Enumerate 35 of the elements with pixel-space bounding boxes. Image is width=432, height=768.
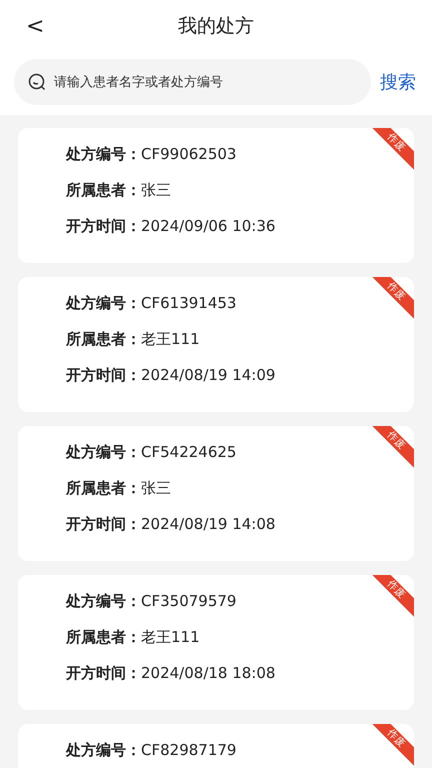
- field-value: 老王111: [141, 329, 200, 350]
- page-title: 我的处方: [178, 15, 254, 37]
- field-label: 处方编号：: [66, 591, 141, 612]
- field-label: 开方时间：: [66, 663, 141, 684]
- field-label: 处方编号：: [66, 144, 141, 165]
- field-value: 张三: [141, 478, 171, 499]
- prescription-card[interactable]: 处方编号：CF35079579 所属患者：老王111 开方时间：2024/08/18 18:08 作废: [18, 575, 414, 710]
- field-value: 2024/08/18 18:08: [141, 663, 276, 684]
- field-label: 所属患者：: [66, 329, 141, 350]
- field-value: 老王111: [141, 627, 200, 648]
- back-button[interactable]: <: [20, 12, 50, 42]
- prescription-card[interactable]: 处方编号：CF61391453 所属患者：老王111 开方时间：2024/08/19 14:09 作废: [18, 277, 414, 412]
- field-label: 开方时间：: [66, 514, 141, 535]
- field-value: 张三: [141, 180, 171, 201]
- field-value: 2024/09/06 10:36: [141, 216, 276, 237]
- field-label: 所属患者：: [66, 627, 141, 648]
- field-value: CF35079579: [141, 591, 236, 612]
- field-label: 处方编号：: [66, 293, 141, 314]
- field-label: 处方编号：: [66, 740, 141, 761]
- field-label: 所属患者：: [66, 478, 141, 499]
- field-label: 开方时间：: [66, 365, 141, 386]
- prescription-card[interactable]: 处方编号：CF54224625 所属患者：张三 开方时间：2024/08/19 14:08 作废: [18, 426, 414, 561]
- field-value: CF82987179: [141, 740, 236, 761]
- field-label: 所属患者：: [66, 180, 141, 201]
- field-value: CF99062503: [141, 144, 236, 165]
- field-value: CF54224625: [141, 442, 236, 463]
- field-value: 2024/08/19 14:09: [141, 365, 276, 386]
- prescription-card[interactable]: 处方编号：CF99062503 所属患者：张三 开方时间：2024/09/06 10:36 作废: [18, 128, 414, 263]
- field-value: 2024/08/19 14:08: [141, 514, 276, 535]
- field-label: 处方编号：: [66, 442, 141, 463]
- search-field[interactable]: 请输入患者名字或者处方编号: [14, 59, 371, 105]
- search-button[interactable]: 搜索: [380, 68, 416, 96]
- field-value: CF61391453: [141, 293, 236, 314]
- field-label: 开方时间：: [66, 216, 141, 237]
- prescription-card[interactable]: 处方编号：CF82987179 作废: [18, 724, 414, 768]
